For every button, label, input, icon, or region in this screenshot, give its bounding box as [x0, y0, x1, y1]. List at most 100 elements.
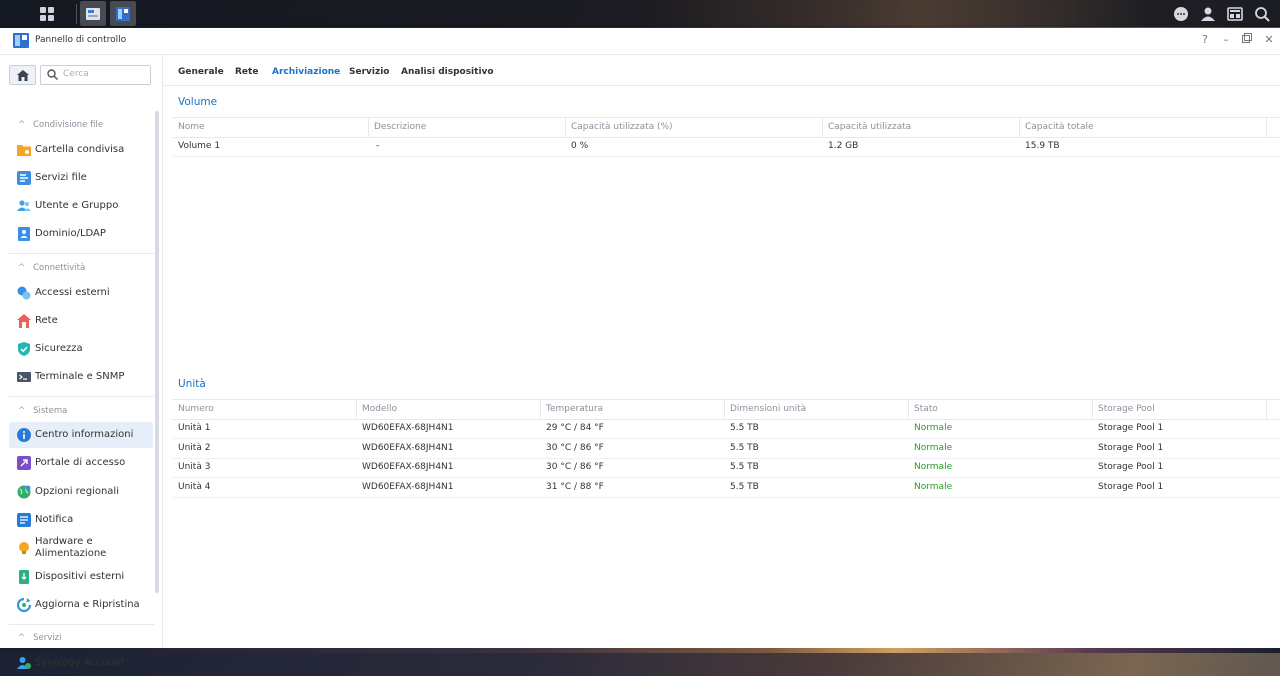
table-cell: Storage Pool 1 [1098, 423, 1164, 433]
column-header[interactable]: Numero [178, 404, 214, 414]
units-section-title: Unità [178, 378, 206, 390]
grid-icon[interactable] [34, 1, 60, 26]
table-row[interactable]: Unità 2 WD60EFAX-68JH4N1 30 °C / 86 °F 5… [172, 439, 1280, 459]
table-row[interactable]: Unità 4 WD60EFAX-68JH4N1 31 °C / 88 °F 5… [172, 478, 1280, 498]
sidebar-item-synology-account[interactable]: Synology Account [9, 650, 153, 676]
tab-general[interactable]: Generale [178, 67, 224, 77]
table-cell: 5.5 TB [730, 462, 759, 472]
tab-network[interactable]: Rete [235, 67, 258, 77]
external-access-icon [17, 286, 31, 300]
control-panel-icon[interactable] [110, 1, 136, 26]
section-header-file-sharing[interactable]: ^ Condivisione file [18, 120, 103, 130]
sidebar-item-update-restore[interactable]: Aggiorna e Ripristina [9, 592, 153, 618]
section-header-system[interactable]: ^ Sistema [18, 406, 67, 416]
column-header[interactable]: Modello [362, 404, 397, 414]
table-cell: 5.5 TB [730, 482, 759, 492]
terminal-icon [17, 372, 31, 382]
search-icon[interactable] [1249, 1, 1275, 26]
domain-ldap-icon [18, 227, 30, 241]
tab-device-analysis[interactable]: Analisi dispositivo [401, 67, 494, 77]
sidebar-item-external-devices[interactable]: Dispositivi esterni [9, 564, 153, 590]
column-header[interactable]: Capacità utilizzata (%) [571, 122, 673, 132]
sidebar-item-hardware-power[interactable]: Hardware e Alimentazione [9, 535, 153, 561]
search-input[interactable]: Cerca [40, 65, 151, 85]
tab-service[interactable]: Servizio [349, 67, 389, 77]
table-cell: 31 °C / 88 °F [546, 482, 604, 492]
column-divider [724, 400, 725, 419]
column-header[interactable]: Capacità totale [1025, 122, 1094, 132]
sidebar-item-notification[interactable]: Notifica [9, 507, 153, 533]
table-cell: WD60EFAX-68JH4N1 [362, 443, 454, 453]
sidebar-item-shared-folder[interactable]: Cartella condivisa [9, 137, 153, 163]
synology-account-icon [17, 657, 31, 669]
bulb-icon [19, 542, 29, 554]
status-text: Normale [914, 462, 953, 472]
chat-icon[interactable] [1168, 1, 1194, 26]
restore-icon[interactable] [1240, 33, 1254, 47]
control-panel-window: Pannello di controllo ? – ✕ Cerca ^ Condi… [0, 28, 1280, 669]
table-cell: Storage Pool 1 [1098, 482, 1164, 492]
window-title: Pannello di controllo [35, 35, 127, 45]
sidebar-item-external-access[interactable]: Accessi esterni [9, 280, 153, 306]
table-cell: WD60EFAX-68JH4N1 [362, 462, 454, 472]
chevron-up-icon: ^ [18, 263, 26, 273]
user-icon[interactable] [1195, 1, 1221, 26]
file-services-icon [17, 171, 31, 185]
search-icon [47, 69, 58, 80]
table-cell: Storage Pool 1 [1098, 443, 1164, 453]
column-header[interactable]: Dimensioni unità [730, 404, 806, 414]
section-divider [9, 253, 154, 254]
sidebar-item-info-center[interactable]: Centro informazioni [9, 422, 153, 448]
table-header-row: Nome Descrizione Capacità utilizzata (%)… [172, 117, 1280, 138]
regional-icon [17, 485, 31, 499]
sidebar: Cerca ^ Condivisione file Cartella condiv… [0, 55, 163, 669]
close-icon[interactable]: ✕ [1262, 33, 1276, 47]
column-header[interactable]: Storage Pool [1098, 404, 1155, 414]
table-row[interactable]: Volume 1 - 0 % 1.2 GB 15.9 TB [172, 137, 1280, 157]
package-center-icon[interactable] [80, 1, 106, 26]
table-row[interactable]: Unità 3 WD60EFAX-68JH4N1 30 °C / 86 °F 5… [172, 458, 1280, 478]
section-divider [9, 624, 154, 625]
column-header[interactable]: Stato [914, 404, 938, 414]
sidebar-scrollbar[interactable] [155, 111, 159, 593]
sidebar-item-regional-options[interactable]: Opzioni regionali [9, 479, 153, 505]
table-row[interactable]: Unità 1 WD60EFAX-68JH4N1 29 °C / 84 °F 5… [172, 419, 1280, 439]
table-cell: Storage Pool 1 [1098, 462, 1164, 472]
column-divider [1092, 400, 1093, 419]
column-header[interactable]: Descrizione [374, 122, 426, 132]
column-divider [1019, 118, 1020, 137]
table-cell: 5.5 TB [730, 423, 759, 433]
table-cell: - [376, 141, 380, 151]
sidebar-item-security[interactable]: Sicurezza [9, 336, 153, 362]
sidebar-item-terminal-snmp[interactable]: Terminale e SNMP [9, 364, 153, 390]
sidebar-item-user-group[interactable]: Utente e Gruppo [9, 193, 153, 219]
table-cell: Unità 3 [178, 462, 211, 472]
taskbar [0, 0, 1280, 27]
minimize-icon[interactable]: – [1219, 33, 1233, 47]
status-text: Normale [914, 482, 953, 492]
notification-icon [17, 513, 31, 527]
tab-storage[interactable]: Archiviazione [272, 67, 340, 77]
help-icon[interactable]: ? [1198, 33, 1212, 47]
section-header-services[interactable]: ^ Servizi [18, 633, 61, 643]
sidebar-item-network[interactable]: Rete [9, 308, 153, 334]
section-header-connectivity[interactable]: ^ Connettività [18, 263, 85, 273]
sidebar-item-domain-ldap[interactable]: Dominio/LDAP [9, 221, 153, 247]
widgets-icon[interactable] [1222, 1, 1248, 26]
column-header[interactable]: Nome [178, 122, 205, 132]
table-cell: 1.2 GB [828, 141, 859, 151]
table-cell: Unità 2 [178, 443, 211, 453]
sidebar-item-login-portal[interactable]: Portale di accesso [9, 450, 153, 476]
table-cell: Unità 4 [178, 482, 211, 492]
sidebar-item-file-services[interactable]: Servizi file [9, 165, 153, 191]
table-cell: 30 °C / 86 °F [546, 462, 604, 472]
main-content: Generale Rete Archiviazione Servizio Ana… [163, 55, 1280, 648]
table-cell: 30 °C / 86 °F [546, 443, 604, 453]
window-titlebar[interactable]: Pannello di controllo ? – ✕ [0, 28, 1280, 55]
column-header[interactable]: Temperatura [546, 404, 603, 414]
table-cell: 29 °C / 84 °F [546, 423, 604, 433]
home-button[interactable] [9, 65, 36, 85]
table-header-row: Numero Modello Temperatura Dimensioni un… [172, 399, 1280, 420]
column-header[interactable]: Capacità utilizzata [828, 122, 911, 132]
taskbar-separator [76, 4, 77, 24]
